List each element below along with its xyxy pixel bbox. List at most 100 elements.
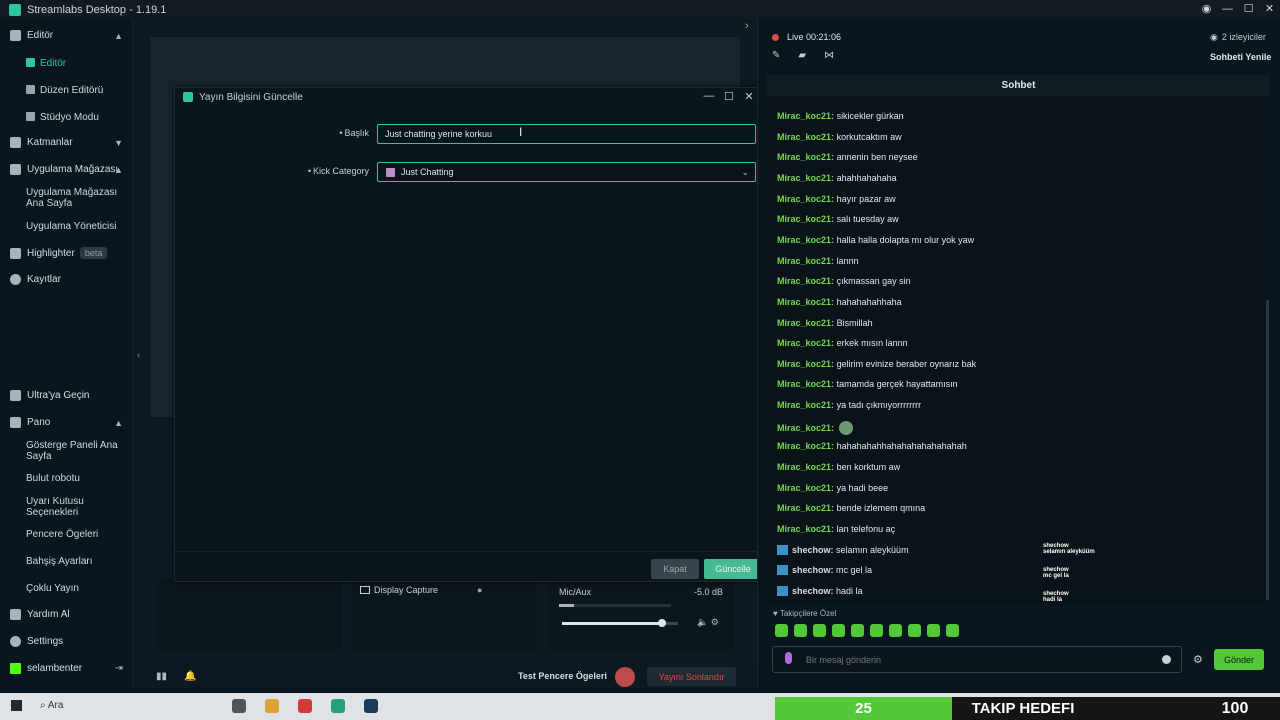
chat-username[interactable]: Mirac_koc21: <box>777 423 834 433</box>
emote-icon[interactable] <box>870 624 883 637</box>
visibility-icon[interactable]: ◉ <box>1196 0 1217 19</box>
stream-title-input[interactable] <box>377 124 756 144</box>
nav-layers[interactable]: Katmanlar ▼ <box>0 137 133 148</box>
emote-icon[interactable] <box>908 624 921 637</box>
nav-studio-mode[interactable]: Stüdyo Modu <box>26 112 126 123</box>
chat-username[interactable]: Mirac_koc21: <box>777 173 834 183</box>
chat-username[interactable]: Mirac_koc21: <box>777 338 834 348</box>
nav-settings[interactable]: Settings <box>0 636 133 647</box>
chevron-left-icon[interactable]: ‹ <box>137 350 140 361</box>
chat-username[interactable]: Mirac_koc21: <box>777 379 834 389</box>
windows-start-icon[interactable] <box>11 700 22 711</box>
send-button[interactable]: Gönder <box>1214 649 1264 670</box>
update-button[interactable]: Güncelle <box>704 559 762 579</box>
chat-username[interactable]: Mirac_koc21: <box>777 214 834 224</box>
nav-tip-settings[interactable]: Bahşiş Ayarları <box>26 556 126 567</box>
volume-slider[interactable] <box>562 619 678 627</box>
lock-icon[interactable]: ● <box>477 585 482 595</box>
chat-username[interactable]: Mirac_koc21: <box>777 256 834 266</box>
nav-editor-main[interactable]: Editör <box>26 58 126 69</box>
nav-widgets[interactable]: Pencere Ögeleri <box>26 529 126 540</box>
opera-icon[interactable] <box>298 699 312 713</box>
chat-username[interactable]: Mirac_koc21: <box>777 276 834 286</box>
record-button[interactable] <box>615 667 635 687</box>
chat-username[interactable]: Mirac_koc21: <box>777 359 834 369</box>
emote-icon[interactable] <box>775 624 788 637</box>
logout-icon[interactable]: ⇥ <box>115 663 123 674</box>
test-widgets-button[interactable]: Test Pencere Ögeleri <box>518 671 607 681</box>
nav-app-store[interactable]: Uygulama Mağazası ▲ <box>0 164 133 175</box>
refresh-chat-button[interactable]: Sohbeti Yenile <box>1210 52 1271 62</box>
emote-icon[interactable] <box>851 624 864 637</box>
chat-username[interactable]: Mirac_koc21: <box>777 483 834 493</box>
bell-icon[interactable]: 🔔 <box>184 671 196 682</box>
close-button[interactable]: ✕ <box>1259 0 1280 19</box>
share-icon[interactable]: ⋈ <box>824 50 834 61</box>
chat-settings-gear-icon[interactable]: ⚙ <box>1193 653 1203 666</box>
source-display-capture[interactable]: Display Capture <box>360 585 438 595</box>
emoji-icon[interactable] <box>1162 655 1171 664</box>
nav-editor[interactable]: Editör ▲ <box>0 30 133 41</box>
stats-icon[interactable]: ▮▮ <box>156 671 167 682</box>
chat-message: Mirac_koc21: tamamda gerçek hayattamısın <box>777 379 958 389</box>
emote-icon[interactable] <box>946 624 959 637</box>
chat-username[interactable]: Mirac_koc21: <box>777 235 834 245</box>
chat-username[interactable]: shechow: <box>792 545 834 555</box>
chat-username[interactable]: shechow: <box>792 586 834 596</box>
chat-username[interactable]: Mirac_koc21: <box>777 132 834 142</box>
nav-ultra[interactable]: Ultra'ya Geçin <box>0 390 133 401</box>
steam-icon[interactable] <box>364 699 378 713</box>
chat-username[interactable]: Mirac_koc21: <box>777 503 834 513</box>
chat-username[interactable]: Mirac_koc21: <box>777 297 834 307</box>
microphone-icon[interactable] <box>785 652 792 664</box>
nav-help[interactable]: Yardım Al <box>0 609 133 620</box>
kick-category-select[interactable]: Just Chatting ⌄ <box>377 162 756 182</box>
emote-icon[interactable] <box>794 624 807 637</box>
chat-text: erkek mısın lannn <box>836 338 908 349</box>
nav-recordings[interactable]: Kayıtlar <box>0 274 133 285</box>
chat-username[interactable]: Mirac_koc21: <box>777 318 834 328</box>
emote-icon[interactable] <box>832 624 845 637</box>
nav-layout-editor[interactable]: Düzen Editörü <box>26 85 126 96</box>
chat-username[interactable]: Mirac_koc21: <box>777 400 834 410</box>
end-stream-button[interactable]: Yayını Sonlandır <box>647 667 736 686</box>
nav-cloudbot[interactable]: Bulut robotu <box>26 473 126 484</box>
speaker-icon[interactable]: 🔈 <box>697 617 708 627</box>
chevron-right-icon[interactable]: › <box>745 20 749 32</box>
chat-message-input[interactable] <box>772 646 1182 673</box>
streamlabs-taskbar-icon[interactable] <box>331 699 345 713</box>
nav-app-manager[interactable]: Uygulama Yöneticisi <box>26 221 126 232</box>
minimize-button[interactable]: — <box>1217 0 1238 19</box>
nav-alertbox-settings[interactable]: Uyarı Kutusu Seçenekleri <box>26 496 126 518</box>
emote-icon[interactable] <box>889 624 902 637</box>
minimize-button[interactable]: — <box>699 90 719 103</box>
chat-username[interactable]: Mirac_koc21: <box>777 441 834 451</box>
task-view-icon[interactable] <box>232 699 246 713</box>
system-tray <box>1094 697 1190 720</box>
close-dialog-button[interactable]: Kapat <box>651 559 699 579</box>
nav-app-store-home[interactable]: Uygulama Mağazası Ana Sayfa <box>26 187 126 209</box>
account-row[interactable]: selambenter ⇥ <box>0 663 133 674</box>
maximize-button[interactable]: ☐ <box>1238 0 1259 19</box>
edit-icon[interactable]: ✎ <box>772 50 780 61</box>
chat-username[interactable]: Mirac_koc21: <box>777 111 834 121</box>
chat-username[interactable]: Mirac_koc21: <box>777 194 834 204</box>
chat-username[interactable]: Mirac_koc21: <box>777 524 834 534</box>
volume-slider-handle[interactable] <box>657 619 666 627</box>
emote-icon[interactable] <box>813 624 826 637</box>
nav-multistream[interactable]: Çoklu Yayın <box>26 583 126 594</box>
folder-icon[interactable]: ▰ <box>798 50 806 61</box>
close-button[interactable]: ✕ <box>739 90 759 103</box>
emote-icon[interactable] <box>927 624 940 637</box>
gear-icon[interactable]: ⚙ <box>711 617 719 627</box>
nav-dashboard-home[interactable]: Gösterge Paneli Ana Sayfa <box>26 440 126 462</box>
nav-dashboard[interactable]: Pano ▲ <box>0 417 133 428</box>
taskbar-search[interactable]: ⌕ Ara <box>40 700 63 711</box>
chat-username[interactable]: Mirac_koc21: <box>777 462 834 472</box>
nav-highlighter[interactable]: Highlighter beta <box>0 247 133 259</box>
chat-username[interactable]: shechow: <box>792 565 834 575</box>
chrome-icon[interactable] <box>265 699 279 713</box>
maximize-button[interactable]: ☐ <box>719 90 739 103</box>
chat-username[interactable]: Mirac_koc21: <box>777 152 834 162</box>
category-selected-value: Just Chatting <box>401 167 454 177</box>
